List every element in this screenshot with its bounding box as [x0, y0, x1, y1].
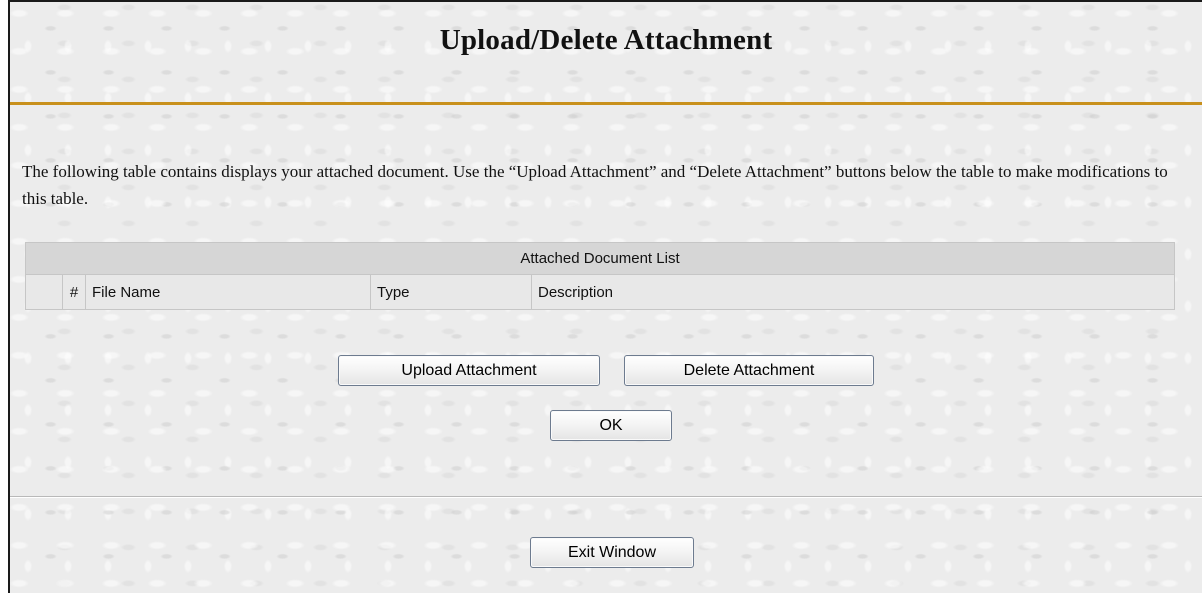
- description-column-header: Description: [531, 274, 1175, 310]
- select-column-header: [25, 274, 63, 310]
- intro-text: The following table contains displays yo…: [22, 162, 1168, 208]
- upload-attachment-button[interactable]: Upload Attachment: [338, 355, 600, 386]
- table-caption: Attached Document List: [25, 242, 1175, 275]
- exit-window-button[interactable]: Exit Window: [530, 537, 694, 568]
- table-caption-row: Attached Document List: [25, 242, 1175, 275]
- type-column-header: Type: [370, 274, 532, 310]
- ok-button[interactable]: OK: [550, 410, 672, 441]
- delete-attachment-button[interactable]: Delete Attachment: [624, 355, 874, 386]
- footer-divider: [10, 496, 1202, 498]
- page-title: Upload/Delete Attachment: [439, 24, 773, 56]
- number-column-header: #: [62, 274, 86, 310]
- attachment-window: Upload/Delete Attachment The following t…: [8, 0, 1202, 593]
- file-name-column-header: File Name: [85, 274, 371, 310]
- table-header-row: # File Name Type Description: [25, 274, 1175, 310]
- title-divider: [10, 102, 1202, 105]
- attached-document-table: Attached Document List # File Name Type …: [25, 242, 1175, 310]
